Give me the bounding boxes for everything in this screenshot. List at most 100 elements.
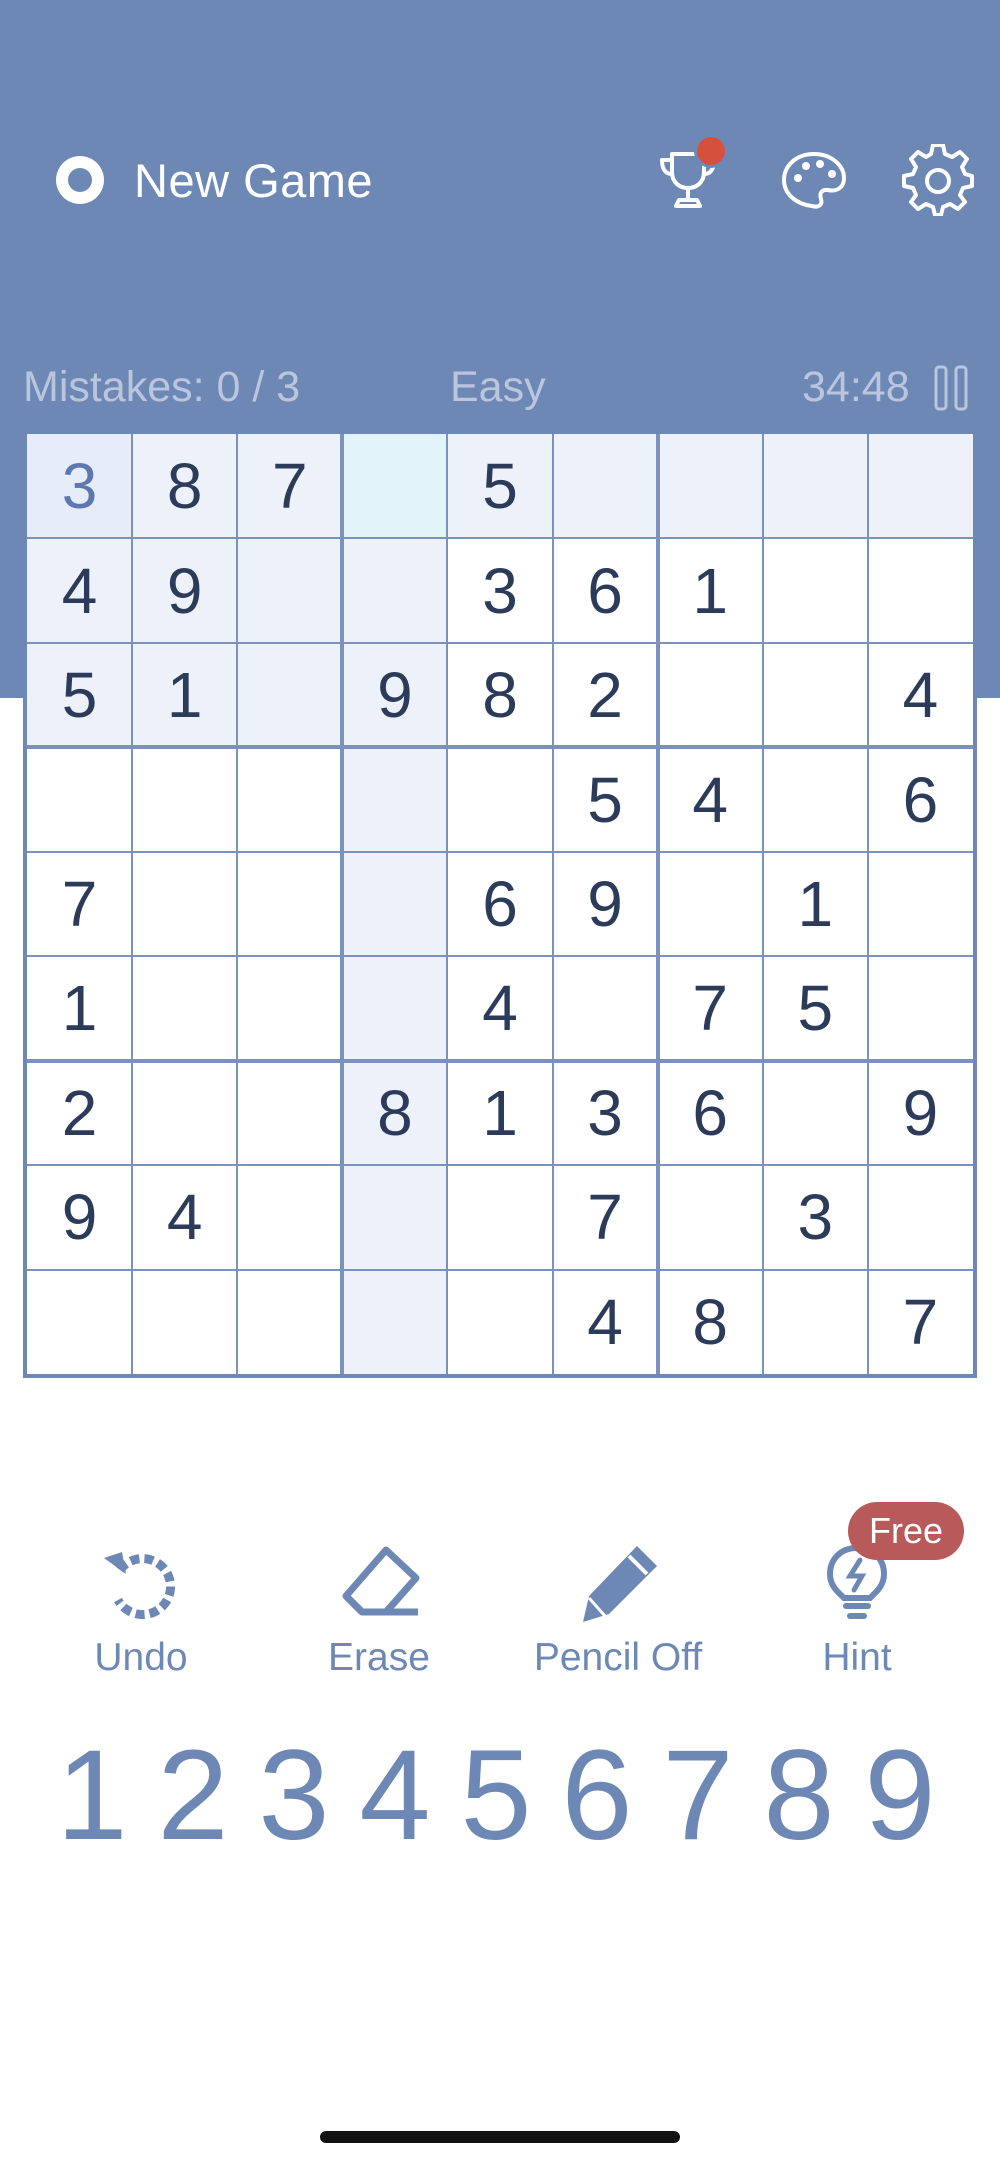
sudoku-cell[interactable]: 1 — [132, 642, 238, 748]
sudoku-cell[interactable]: 5 — [27, 642, 133, 748]
sudoku-cell[interactable] — [447, 1269, 553, 1374]
sudoku-cell[interactable] — [237, 851, 343, 957]
sudoku-cell[interactable] — [342, 538, 448, 643]
number-key-3[interactable]: 3 — [244, 1724, 344, 1867]
sudoku-cell[interactable] — [657, 851, 763, 957]
sudoku-cell[interactable] — [552, 956, 658, 1061]
sudoku-cell[interactable] — [342, 1165, 448, 1270]
sudoku-cell[interactable] — [867, 1165, 973, 1270]
undo-button[interactable]: Undo — [41, 1540, 241, 1690]
sudoku-cell[interactable]: 4 — [552, 1269, 658, 1374]
sudoku-cell[interactable]: 1 — [27, 956, 133, 1061]
sudoku-cell[interactable]: 8 — [657, 1269, 763, 1374]
sudoku-cell[interactable]: 5 — [762, 956, 868, 1061]
sudoku-cell[interactable]: 7 — [867, 1269, 973, 1374]
trophy-button[interactable] — [652, 134, 728, 216]
number-key-2[interactable]: 2 — [143, 1724, 243, 1867]
sudoku-cell[interactable] — [762, 434, 868, 539]
sudoku-cell[interactable] — [237, 1269, 343, 1374]
sudoku-cell[interactable]: 7 — [237, 434, 343, 539]
sudoku-cell[interactable] — [237, 956, 343, 1061]
sudoku-cell[interactable] — [132, 1060, 238, 1166]
sudoku-cell[interactable] — [342, 1269, 448, 1374]
sudoku-cell[interactable] — [867, 851, 973, 957]
sudoku-cell[interactable]: 9 — [552, 851, 658, 957]
sudoku-cell[interactable] — [237, 1165, 343, 1270]
sudoku-cell[interactable]: 4 — [867, 642, 973, 748]
sudoku-cell[interactable]: 3 — [762, 1165, 868, 1270]
sudoku-cell[interactable] — [237, 538, 343, 643]
sudoku-cell[interactable] — [867, 434, 973, 539]
sudoku-cell[interactable] — [132, 1269, 238, 1374]
sudoku-cell[interactable] — [762, 1269, 868, 1374]
sudoku-cell[interactable] — [237, 1060, 343, 1166]
settings-button[interactable] — [902, 143, 974, 217]
sudoku-cell[interactable]: 4 — [27, 538, 133, 643]
sudoku-cell[interactable] — [27, 747, 133, 852]
sudoku-cell[interactable]: 3 — [447, 538, 553, 643]
sudoku-cell[interactable]: 6 — [657, 1060, 763, 1166]
number-key-9[interactable]: 9 — [850, 1724, 950, 1867]
sudoku-cell[interactable] — [342, 956, 448, 1061]
number-key-5[interactable]: 5 — [446, 1724, 546, 1867]
erase-button[interactable]: Erase — [279, 1540, 479, 1690]
sudoku-cell[interactable]: 6 — [867, 747, 973, 852]
sudoku-cell[interactable] — [342, 434, 448, 539]
sudoku-cell[interactable] — [447, 747, 553, 852]
sudoku-cell[interactable] — [867, 538, 973, 643]
sudoku-cell[interactable]: 8 — [132, 434, 238, 539]
sudoku-cell[interactable]: 8 — [447, 642, 553, 748]
number-key-8[interactable]: 8 — [749, 1724, 849, 1867]
sudoku-cell[interactable]: 5 — [447, 434, 553, 539]
sudoku-cell[interactable]: 1 — [657, 538, 763, 643]
sudoku-cell[interactable] — [762, 642, 868, 748]
sudoku-cell[interactable] — [342, 851, 448, 957]
sudoku-cell[interactable]: 9 — [132, 538, 238, 643]
sudoku-cell[interactable] — [867, 956, 973, 1061]
number-key-1[interactable]: 1 — [42, 1724, 142, 1867]
sudoku-cell[interactable] — [762, 1060, 868, 1166]
sudoku-cell[interactable]: 3 — [552, 1060, 658, 1166]
sudoku-cell[interactable] — [657, 642, 763, 748]
sudoku-cell[interactable] — [237, 642, 343, 748]
home-indicator[interactable] — [320, 2131, 680, 2143]
sudoku-cell[interactable]: 1 — [447, 1060, 553, 1166]
pencil-button[interactable]: Pencil Off — [518, 1540, 718, 1690]
sudoku-cell[interactable] — [657, 1165, 763, 1270]
sudoku-cell[interactable] — [447, 1165, 553, 1270]
number-key-7[interactable]: 7 — [648, 1724, 748, 1867]
sudoku-cell[interactable] — [132, 956, 238, 1061]
sudoku-cell[interactable]: 4 — [657, 747, 763, 852]
number-key-6[interactable]: 6 — [547, 1724, 647, 1867]
sudoku-cell[interactable] — [342, 747, 448, 852]
pause-icon[interactable] — [934, 365, 968, 411]
sudoku-cell[interactable]: 5 — [552, 747, 658, 852]
sudoku-cell[interactable]: 4 — [447, 956, 553, 1061]
sudoku-cell[interactable]: 9 — [27, 1165, 133, 1270]
sudoku-cell[interactable] — [27, 1269, 133, 1374]
theme-button[interactable] — [778, 144, 850, 216]
sudoku-cell[interactable] — [657, 434, 763, 539]
sudoku-cell[interactable]: 6 — [552, 538, 658, 643]
sudoku-cell[interactable]: 9 — [342, 642, 448, 748]
sudoku-cell[interactable]: 6 — [447, 851, 553, 957]
sudoku-cell[interactable]: 1 — [762, 851, 868, 957]
sudoku-cell[interactable]: 9 — [867, 1060, 973, 1166]
number-key-4[interactable]: 4 — [345, 1724, 445, 1867]
sudoku-cell[interactable] — [237, 747, 343, 852]
sudoku-cell[interactable]: 2 — [552, 642, 658, 748]
sudoku-cell[interactable]: 2 — [27, 1060, 133, 1166]
sudoku-cell[interactable]: 7 — [552, 1165, 658, 1270]
sudoku-cell[interactable]: 8 — [342, 1060, 448, 1166]
sudoku-cell[interactable]: 7 — [657, 956, 763, 1061]
sudoku-cell[interactable]: 7 — [27, 851, 133, 957]
sudoku-cell[interactable]: 3 — [27, 434, 133, 539]
sudoku-cell[interactable] — [132, 747, 238, 852]
sudoku-cell[interactable] — [762, 747, 868, 852]
sudoku-cell[interactable] — [552, 434, 658, 539]
new-game-button[interactable]: New Game — [56, 148, 373, 212]
sudoku-cell[interactable] — [762, 538, 868, 643]
sudoku-cell[interactable] — [132, 851, 238, 957]
sudoku-cell[interactable]: 4 — [132, 1165, 238, 1270]
hint-button[interactable]: Hint — [757, 1540, 957, 1690]
